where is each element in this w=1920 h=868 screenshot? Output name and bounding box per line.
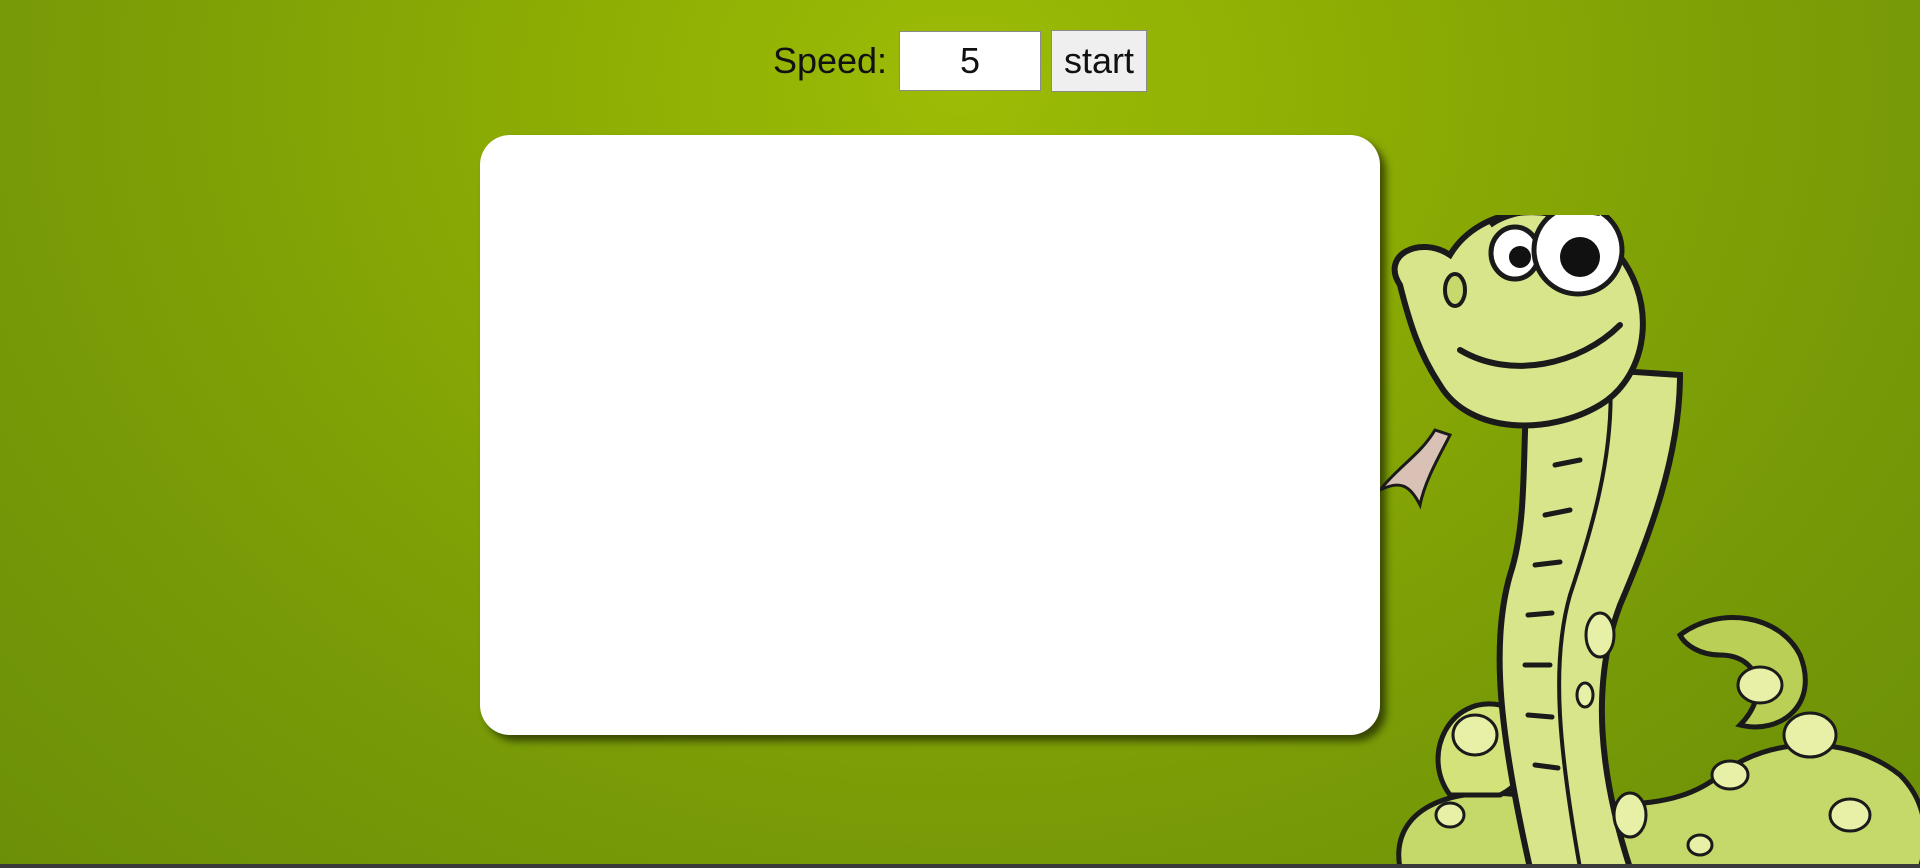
- speed-input[interactable]: [899, 31, 1042, 91]
- snake-illustration-icon: [1380, 215, 1920, 868]
- start-button[interactable]: start: [1051, 30, 1148, 92]
- speed-label: Speed:: [772, 40, 888, 81]
- speed-controls: Speed: start: [0, 30, 1920, 92]
- bottom-edge: [0, 864, 1920, 868]
- game-board[interactable]: [480, 135, 1380, 735]
